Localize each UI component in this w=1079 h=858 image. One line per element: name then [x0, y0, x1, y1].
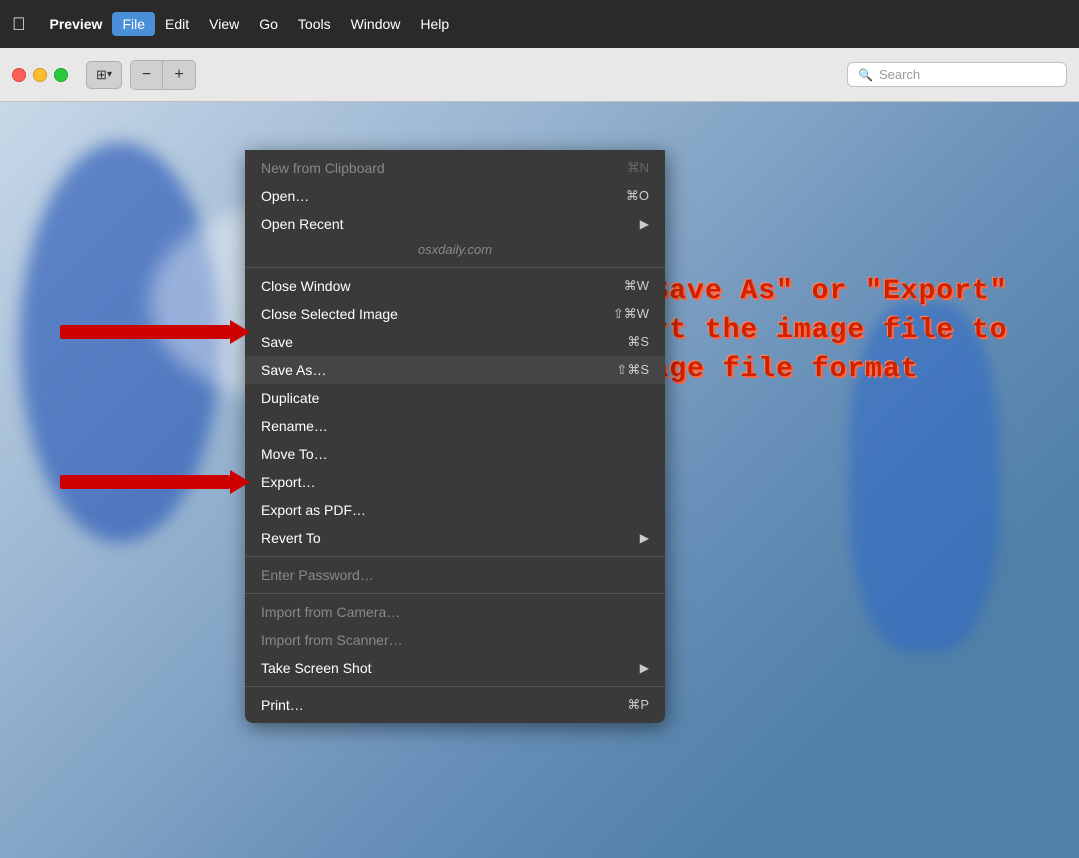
traffic-lights [12, 68, 68, 82]
menu-item-close-selected-image[interactable]: Close Selected Image ⇧⌘W [245, 300, 665, 328]
search-icon: 🔍 [858, 68, 873, 82]
menu-item-label: Open… [261, 188, 626, 204]
menu-item-close-window[interactable]: Close Window ⌘W [245, 272, 665, 300]
menubar-item-help[interactable]: Help [410, 12, 459, 36]
menu-item-label: Export… [261, 474, 649, 490]
menu-item-label: Save As… [261, 362, 616, 378]
zoom-out-button[interactable]: − [131, 61, 163, 89]
menu-item-label: Take Screen Shot [261, 660, 640, 676]
menu-separator [245, 267, 665, 268]
zoom-in-button[interactable]: + [163, 61, 195, 89]
menu-item-label: Close Selected Image [261, 306, 613, 322]
close-button[interactable] [12, 68, 26, 82]
menu-item-label: Import from Camera… [261, 604, 649, 620]
arrow-export [60, 470, 250, 494]
arrow-save-as [60, 320, 250, 344]
menu-separator [245, 686, 665, 687]
menubar-item-file[interactable]: File [112, 12, 155, 36]
menu-watermark: osxdaily.com [245, 238, 665, 263]
menu-item-enter-password[interactable]: Enter Password… [245, 561, 665, 589]
menu-item-shortcut: ⌘W [624, 278, 649, 294]
menu-item-label: Save [261, 334, 627, 350]
menu-item-duplicate[interactable]: Duplicate [245, 384, 665, 412]
menu-item-move-to[interactable]: Move To… [245, 440, 665, 468]
maximize-button[interactable] [54, 68, 68, 82]
minimize-button[interactable] [33, 68, 47, 82]
menu-item-import-scanner[interactable]: Import from Scanner… [245, 626, 665, 654]
menu-item-shortcut: ⌘S [627, 334, 649, 350]
apple-menu-icon[interactable]:  [12, 14, 26, 35]
menu-item-rename[interactable]: Rename… [245, 412, 665, 440]
search-placeholder: Search [879, 67, 920, 82]
menu-item-print[interactable]: Print… ⌘P [245, 691, 665, 719]
menu-item-shortcut: ⌘O [626, 188, 649, 204]
menu-item-label: New from Clipboard [261, 160, 627, 176]
menu-item-shortcut: ⌘P [627, 697, 649, 713]
menu-item-save[interactable]: Save ⌘S [245, 328, 665, 356]
submenu-arrow-icon: ▶ [640, 661, 649, 675]
sidebar-icon: ⊞ [96, 67, 107, 83]
menu-item-label: Rename… [261, 418, 649, 434]
menu-item-open[interactable]: Open… ⌘O [245, 182, 665, 210]
menu-item-label: Import from Scanner… [261, 632, 649, 648]
menu-item-save-as[interactable]: Save As… ⇧⌘S [245, 356, 665, 384]
menu-item-label: Export as PDF… [261, 502, 649, 518]
menubar-item-go[interactable]: Go [249, 12, 288, 36]
submenu-arrow-icon: ▶ [640, 531, 649, 545]
menu-item-label: Enter Password… [261, 567, 649, 583]
menu-item-shortcut: ⇧⌘W [613, 306, 649, 322]
sidebar-toggle-button[interactable]: ⊞ ▾ [86, 61, 122, 89]
menu-item-shortcut: ⇧⌘S [616, 362, 649, 378]
menu-separator [245, 556, 665, 557]
menu-item-revert-to[interactable]: Revert To ▶ [245, 524, 665, 552]
menu-item-label: Move To… [261, 446, 649, 462]
toolbar: ⊞ ▾ − + 🔍 Search [0, 48, 1079, 102]
chevron-down-icon: ▾ [107, 69, 112, 80]
menu-item-shortcut: ⌘N [627, 160, 649, 176]
main-content: Choose "Save As" or "Export" to convert … [0, 102, 1079, 858]
menubar-item-edit[interactable]: Edit [155, 12, 199, 36]
menubar-item-tools[interactable]: Tools [288, 12, 341, 36]
menu-separator [245, 593, 665, 594]
menu-item-take-screenshot[interactable]: Take Screen Shot ▶ [245, 654, 665, 682]
menu-item-open-recent[interactable]: Open Recent ▶ [245, 210, 665, 238]
menubar:  Preview File Edit View Go Tools Window… [0, 0, 1079, 48]
menu-item-label: Print… [261, 697, 627, 713]
menubar-item-view[interactable]: View [199, 12, 249, 36]
submenu-arrow-icon: ▶ [640, 217, 649, 231]
menu-item-import-camera[interactable]: Import from Camera… [245, 598, 665, 626]
menu-item-export[interactable]: Export… [245, 468, 665, 496]
menu-item-export-pdf[interactable]: Export as PDF… [245, 496, 665, 524]
search-bar[interactable]: 🔍 Search [847, 62, 1067, 87]
menu-item-label: Close Window [261, 278, 624, 294]
menubar-item-preview[interactable]: Preview [40, 12, 113, 36]
menu-item-label: Duplicate [261, 390, 649, 406]
menu-item-new-from-clipboard[interactable]: New from Clipboard ⌘N [245, 154, 665, 182]
zoom-controls: − + [130, 60, 196, 90]
file-menu-dropdown: New from Clipboard ⌘N Open… ⌘O Open Rece… [245, 150, 665, 723]
menubar-item-window[interactable]: Window [341, 12, 411, 36]
menu-item-label: Revert To [261, 530, 640, 546]
menu-item-label: Open Recent [261, 216, 640, 232]
